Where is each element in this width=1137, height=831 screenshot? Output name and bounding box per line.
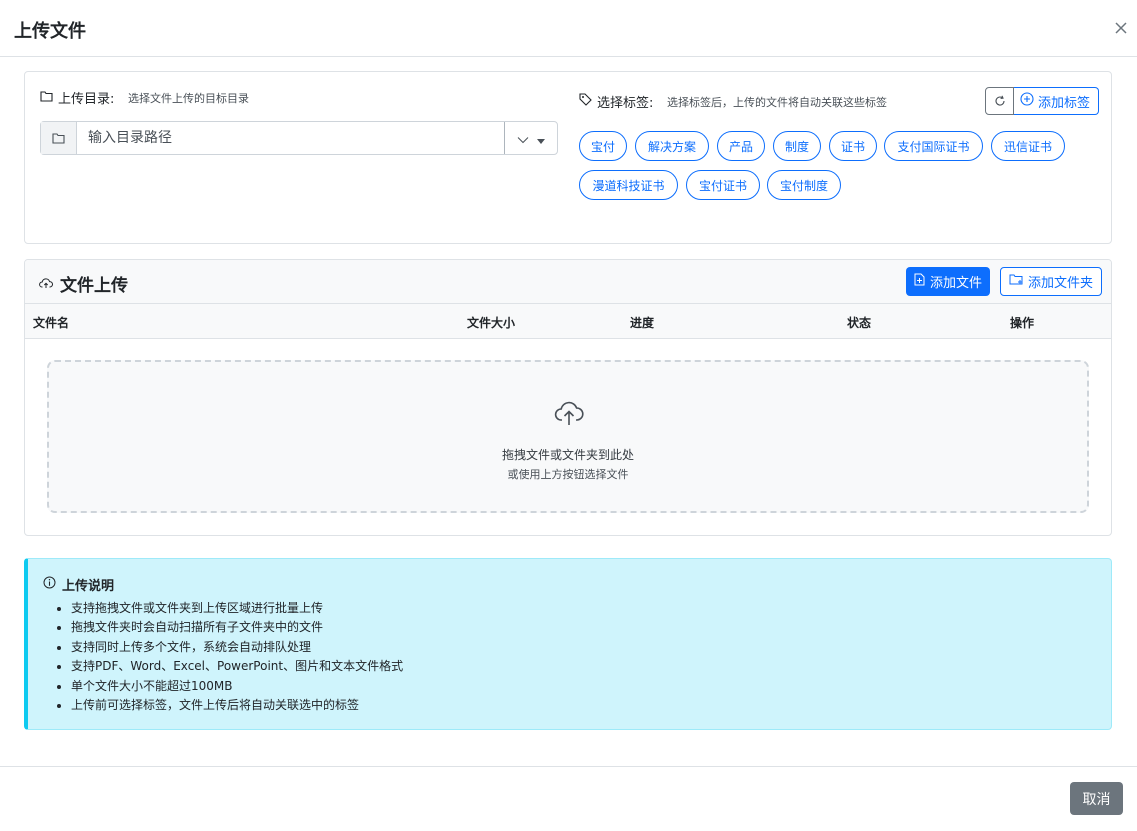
column-header-progress: 进度 [630,316,655,330]
tag-chip[interactable]: 宝付证书 [686,170,760,200]
add-file-label: 添加文件 [930,276,983,291]
file-dropzone[interactable]: 拖拽文件或文件夹到此处 或使用上方按钮选择文件 [47,360,1089,513]
folder-icon [41,122,77,154]
chevron-down-icon [517,129,529,148]
add-folder-button[interactable]: 添加文件夹 [1000,267,1103,296]
tag-chip[interactable]: 漫道科技证书 [579,170,678,200]
upload-title-group: 文件上传 [39,271,128,296]
tags-label: 选择标签: [597,96,654,111]
directory-dropdown-button[interactable] [504,122,557,154]
folder-icon [40,90,53,106]
add-folder-label: 添加文件夹 [1028,276,1094,291]
directory-label-group: 上传目录: [40,88,114,107]
tag-chip[interactable]: 宝付制度 [767,170,841,200]
tag-chip[interactable]: 迅信证书 [991,131,1065,161]
tag-chip[interactable]: 宝付 [579,131,627,161]
refresh-tags-button[interactable] [985,87,1014,115]
tag-actions: 添加标签 [985,87,1100,115]
notes-title: 上传说明 [62,579,115,594]
info-circle-icon [43,576,56,593]
file-plus-icon [914,273,925,290]
notes-title-group: 上传说明 [43,575,114,594]
close-icon[interactable] [1113,20,1129,36]
plus-circle-icon [1020,92,1034,110]
tag-chip[interactable]: 解决方案 [635,131,709,161]
notes-list: 支持拖拽文件或文件夹到上传区域进行批量上传 拖拽文件夹时会自动扫描所有子文件夹中… [71,599,403,715]
notes-item: 上传前可选择标签，文件上传后将自动关联选中的标签 [71,696,403,715]
file-upload-card: 文件上传 添加文件 添加文件夹 文件名 文件大小 进度 状态 操作 拖拽文件或文… [24,259,1112,536]
refresh-icon [994,92,1006,111]
upload-notes-alert: 上传说明 支持拖拽文件或文件夹到上传区域进行批量上传 拖拽文件夹时会自动扫描所有… [24,558,1112,730]
add-file-button[interactable]: 添加文件 [906,267,991,296]
dropzone-main-text: 拖拽文件或文件夹到此处 [501,448,634,462]
caret-down-icon [537,129,545,148]
tags-icon [579,93,592,110]
cloud-upload-icon [39,274,53,294]
tags-label-group: 选择标签: [579,92,653,111]
tag-chip[interactable]: 支付国际证书 [884,131,983,161]
tag-chip[interactable]: 证书 [829,131,877,161]
notes-item: 单个文件大小不能超过100MB [71,677,403,696]
cancel-button[interactable]: 取消 [1070,782,1123,815]
column-header-status: 状态 [847,316,872,330]
column-header-size: 文件大小 [467,316,516,330]
notes-item: 拖拽文件夹时会自动扫描所有子文件夹中的文件 [71,618,403,637]
modal-title: 上传文件 [14,21,86,42]
upload-modal: 上传文件 上传目录: 选择文件上传的目标目录 输入目录路径 选择标签: 选择标签… [0,0,1137,831]
directory-input-group [40,121,558,155]
directory-hint: 选择文件上传的目标目录 [128,92,249,105]
settings-card: 上传目录: 选择文件上传的目标目录 输入目录路径 选择标签: 选择标签后，上传的… [24,71,1112,244]
dropzone-sub-text: 或使用上方按钮选择文件 [507,468,629,481]
add-tag-label: 添加标签 [1038,95,1091,111]
notes-item: 支持PDF、Word、Excel、PowerPoint、图片和文本文件格式 [71,657,403,676]
notes-item: 支持同时上传多个文件，系统会自动排队处理 [71,638,403,657]
modal-footer: 取消 [0,766,1137,831]
column-header-filename: 文件名 [33,316,70,330]
tag-chip[interactable]: 产品 [717,131,765,161]
directory-path-input[interactable] [77,122,504,154]
column-header-actions: 操作 [1010,316,1035,330]
folder-plus-icon [1009,273,1024,290]
tags-hint: 选择标签后，上传的文件将自动关联这些标签 [667,96,887,109]
notes-item: 支持拖拽文件或文件夹到上传区域进行批量上传 [71,599,403,618]
upload-title: 文件上传 [60,276,128,296]
cloud-upload-icon [554,399,584,431]
upload-card-header: 文件上传 添加文件 添加文件夹 [25,260,1111,304]
file-table-header: 文件名 文件大小 进度 状态 操作 [25,304,1111,339]
modal-header: 上传文件 [0,0,1137,57]
tag-chip[interactable]: 制度 [773,131,821,161]
directory-label: 上传目录: [58,92,115,107]
add-tag-button[interactable]: 添加标签 [1014,87,1100,115]
